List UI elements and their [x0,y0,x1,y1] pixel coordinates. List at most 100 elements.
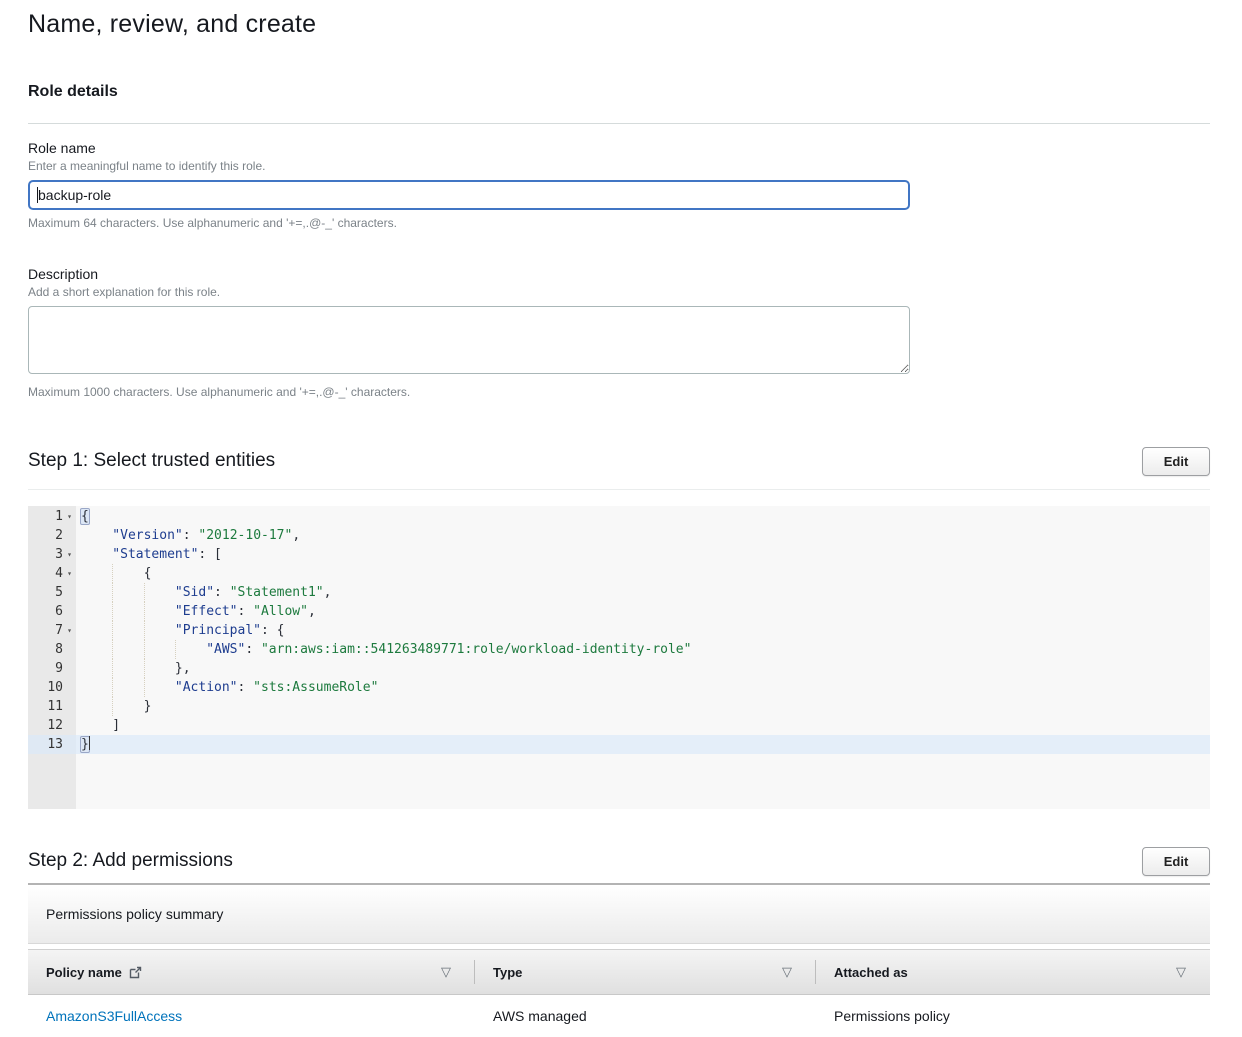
role-name-help: Enter a meaningful name to identify this… [28,159,1210,173]
json-punctuation: , [308,604,316,619]
code-line[interactable]: 12] [28,716,1210,735]
column-header-policy-name[interactable]: Policy name ▽ [28,949,475,995]
code-text: ] [76,716,1210,735]
json-punctuation: : { [261,623,284,638]
page-title: Name, review, and create [28,10,1210,39]
step2-edit-button[interactable]: Edit [1142,847,1210,876]
step1-heading: Step 1: Select trusted entities [28,447,1210,472]
fold-caret-icon[interactable]: ▾ [63,507,76,526]
json-key: "Effect" [175,604,238,619]
line-number: 13 [28,735,76,754]
role-name-input[interactable] [28,180,910,210]
indent-guide [81,583,112,602]
json-value: "2012-10-17" [198,528,292,543]
role-name-field: Role name Enter a meaningful name to ide… [28,140,1210,230]
code-line[interactable]: 5"Sid": "Statement1", [28,583,1210,602]
json-key: "Version" [112,528,182,543]
permissions-summary-panel: Permissions policy summary [28,885,1210,944]
filter-icon[interactable]: ▽ [441,949,451,995]
code-text: "Sid": "Statement1", [76,583,1210,602]
code-text: "AWS": "arn:aws:iam::541263489771:role/w… [76,640,1210,659]
json-punctuation: , [292,528,300,543]
column-label: Type [493,965,522,980]
code-line[interactable]: 3▾"Statement": [ [28,545,1210,564]
indent-guide [112,678,143,697]
json-punctuation: : [183,528,199,543]
indent-guide [112,697,143,716]
code-text: "Action": "sts:AssumeRole" [76,678,1210,697]
column-header-attached-as[interactable]: Attached as ▽ [816,949,1210,995]
code-text: "Version": "2012-10-17", [76,526,1210,545]
fold-caret-icon[interactable]: ▾ [63,545,76,564]
external-link-icon [129,966,142,979]
code-line[interactable]: 13} [28,735,1210,754]
code-text: "Principal": { [76,621,1210,640]
column-label: Policy name [46,965,122,980]
filter-icon[interactable]: ▽ [1176,949,1186,995]
description-label: Description [28,266,1210,282]
json-punctuation: }, [175,661,191,676]
panel-title: Permissions policy summary [46,906,223,922]
json-punctuation: : [214,585,230,600]
table-row: AmazonS3FullAccess AWS managed Permissio… [28,995,1210,1037]
json-key: "Sid" [175,585,214,600]
role-name-input-wrap [28,180,910,210]
description-textarea[interactable] [28,306,910,374]
trust-policy-editor[interactable]: 1▾{2"Version": "2012-10-17",3▾"Statement… [28,506,1210,809]
fold-caret-icon[interactable]: ▾ [63,564,76,583]
indent-guide [112,602,143,621]
step1-divider [28,489,1210,490]
code-text: } [76,697,1210,716]
line-number: 8 [28,640,76,659]
code-line[interactable]: 4▾{ [28,564,1210,583]
table-header: Policy name ▽ Type ▽ Att [28,949,1210,995]
indent-guide [81,621,112,640]
json-punctuation: : [238,680,254,695]
indent-guide [81,678,112,697]
line-number: 7▾ [28,621,76,640]
json-key: "Statement" [112,547,198,562]
indent-guide [112,583,143,602]
code-text: } [76,735,1210,754]
role-name-label: Role name [28,140,1210,156]
json-key: "AWS" [206,642,245,657]
json-punctuation: , [324,585,332,600]
text-cursor [37,187,38,203]
filter-icon[interactable]: ▽ [782,949,792,995]
code-text: { [76,507,1210,526]
policy-name-link[interactable]: AmazonS3FullAccess [46,1008,182,1024]
indent-guide [112,659,143,678]
code-line[interactable]: 11} [28,697,1210,716]
editor-cursor [89,736,90,750]
attached-as-cell: Permissions policy [816,1008,1210,1024]
indent-guide [81,602,112,621]
code-line[interactable]: 6"Effect": "Allow", [28,602,1210,621]
indent-guide [81,697,112,716]
line-number: 2 [28,526,76,545]
indent-guide [144,602,175,621]
code-text: }, [76,659,1210,678]
step1-edit-button[interactable]: Edit [1142,447,1210,476]
code-line[interactable]: 8"AWS": "arn:aws:iam::541263489771:role/… [28,640,1210,659]
description-help: Add a short explanation for this role. [28,285,1210,299]
description-constraint: Maximum 1000 characters. Use alphanumeri… [28,385,1210,399]
step2-header: Step 2: Add permissions Edit [28,847,1210,877]
fold-caret-icon[interactable]: ▾ [63,621,76,640]
code-line[interactable]: 7▾"Principal": { [28,621,1210,640]
code-line[interactable]: 9}, [28,659,1210,678]
code-line[interactable]: 10"Action": "sts:AssumeRole" [28,678,1210,697]
column-label: Attached as [834,965,908,980]
code-line[interactable]: 1▾{ [28,507,1210,526]
step1-header: Step 1: Select trusted entities Edit [28,447,1210,477]
json-punctuation: : [238,604,254,619]
json-value: "sts:AssumeRole" [253,680,378,695]
indent-guide [144,621,175,640]
code-line[interactable]: 2"Version": "2012-10-17", [28,526,1210,545]
create-role-review-page: Name, review, and create Role details Ro… [0,0,1242,1037]
role-name-constraint: Maximum 64 characters. Use alphanumeric … [28,216,1210,230]
code-text: { [76,564,1210,583]
code-text: "Statement": [ [76,545,1210,564]
indent-guide [112,640,143,659]
policy-type-cell: AWS managed [475,1008,816,1024]
column-header-type[interactable]: Type ▽ [475,949,816,995]
